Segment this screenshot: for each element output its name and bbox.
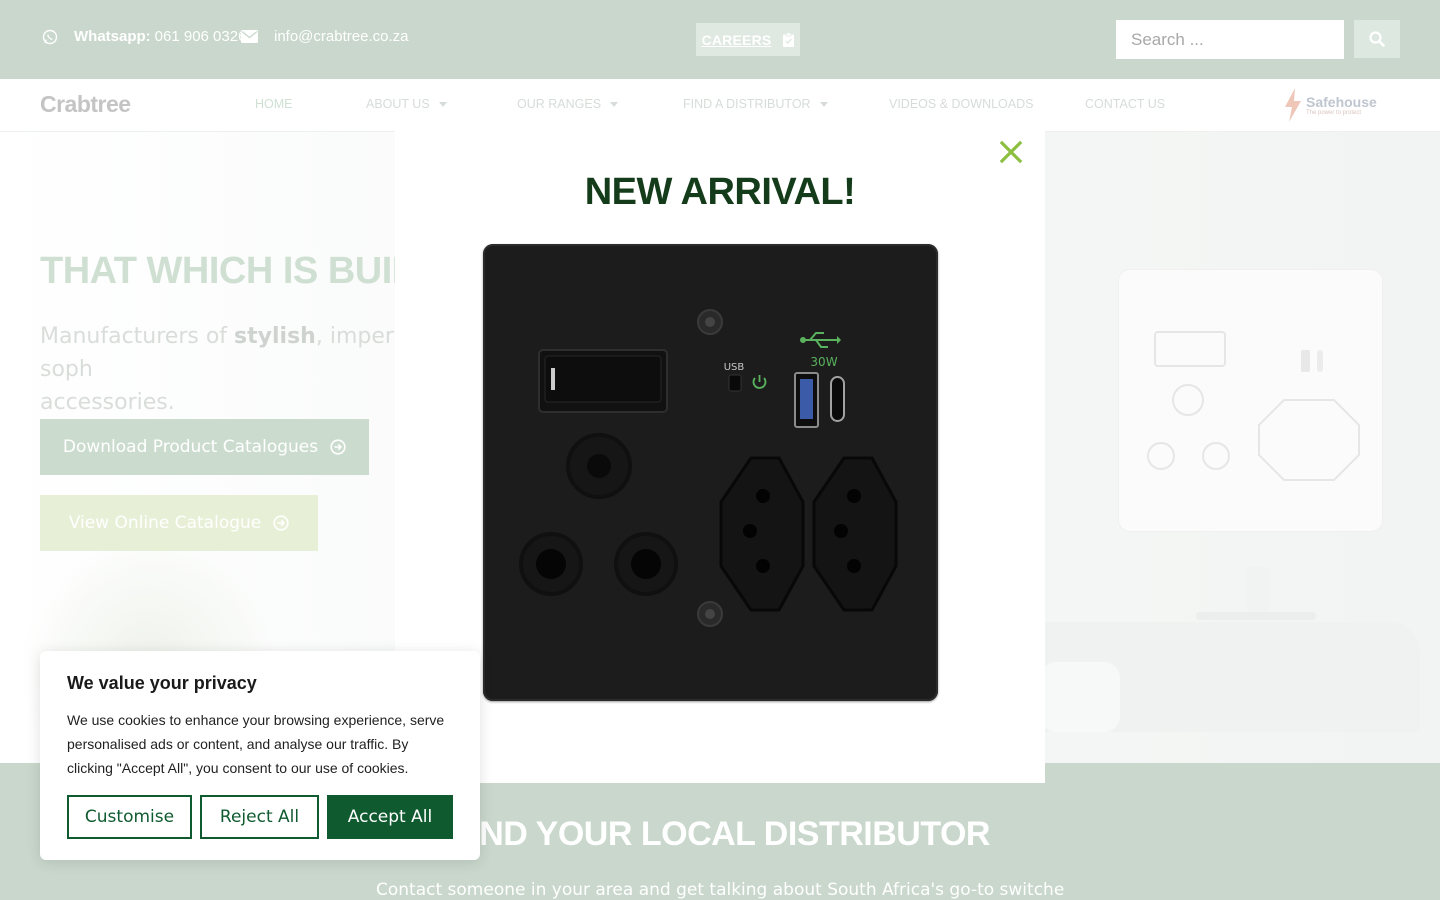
whatsapp-number: 061 906 0326 [154,28,247,45]
nav-our-ranges[interactable]: OUR RANGES [517,97,619,111]
search-icon [1369,31,1385,47]
view-online-catalogue-label: View Online Catalogue [68,513,262,533]
customise-button[interactable]: Customise [67,795,192,839]
chevron-down-icon [610,101,619,107]
close-icon [999,140,1023,164]
nav-find-distributor-label: FIND A DISTRIBUTOR [683,97,811,111]
safehouse-name: Safehouse [1306,94,1377,110]
nav-home[interactable]: HOME [255,97,293,111]
whatsapp-label: Whatsapp: [74,28,151,45]
usb-switch-label: USB [724,362,745,373]
new-arrival-modal: NEW ARRIVAL! USB 30W [395,117,1045,783]
distributor-text: Contact someone in your area and get tal… [376,880,1064,900]
hero-subtitle-line2: accessories. [40,390,175,415]
email-address: info@crabtree.co.za [274,28,409,45]
nav-contact-us[interactable]: CONTACT US [1085,97,1165,111]
nav-about-us[interactable]: ABOUT US [366,97,447,111]
whatsapp-contact[interactable]: Whatsapp: 061 906 0326 [42,28,246,45]
safehouse-tagline: The power to protect [1306,110,1362,116]
search-button[interactable] [1354,20,1400,58]
download-catalogues-button[interactable]: Download Product Catalogues [40,419,369,475]
arrow-circle-right-icon [330,439,346,455]
hero-socket-image [1118,269,1383,532]
careers-button[interactable]: CAREERS [696,23,800,56]
nav-home-label: HOME [255,97,293,111]
logo-text: Crabtree [40,91,131,117]
cookie-title: We value your privacy [67,673,257,693]
view-online-catalogue-button[interactable]: View Online Catalogue [40,495,318,551]
hero-vase-image [1246,567,1270,612]
modal-close-button[interactable] [999,140,1023,164]
usb-power-label: 30W [810,355,837,369]
power-icon [752,375,767,389]
search-input[interactable] [1116,20,1344,59]
chevron-down-icon [438,101,447,107]
chevron-down-icon [819,101,828,107]
nav-videos-downloads[interactable]: VIDEOS & DOWNLOADS [889,97,1033,111]
email-contact[interactable]: info@crabtree.co.za [241,28,408,45]
clipboard-check-icon [783,32,795,47]
crabtree-logo[interactable]: Crabtree [40,91,131,118]
lightning-icon [1285,88,1301,122]
reject-all-button[interactable]: Reject All [200,795,319,839]
nav-our-ranges-label: OUR RANGES [517,97,602,111]
safehouse-logo[interactable]: Safehouse The power to protect [1283,88,1377,122]
hero-subtitle-bold: stylish [234,324,316,349]
hero-armrest-image [1040,662,1120,732]
cookie-consent-banner: We value your privacy We use cookies to … [40,651,480,860]
nav-about-us-label: ABOUT US [366,97,430,111]
envelope-icon [241,30,258,43]
hero-subtitle-pre: Manufacturers of [40,324,235,349]
download-catalogues-label: Download Product Catalogues [62,437,319,457]
whatsapp-icon [42,29,58,44]
hero-table-image [1196,612,1316,620]
careers-label: CAREERS [701,31,772,48]
modal-title: NEW ARRIVAL! [584,171,856,213]
usb-icon [800,332,841,348]
accept-all-button[interactable]: Accept All [327,795,453,839]
nav-find-distributor[interactable]: FIND A DISTRIBUTOR [683,97,828,111]
nav-contact-us-label: CONTACT US [1085,97,1166,111]
top-bar: Whatsapp: 061 906 0326 info@crabtree.co.… [0,0,1440,79]
nav-videos-downloads-label: VIDEOS & DOWNLOADS [889,97,1034,111]
product-image: USB 30W [483,244,938,701]
cookie-text: We use cookies to enhance your browsing … [67,712,445,776]
arrow-circle-right-icon [273,515,289,531]
